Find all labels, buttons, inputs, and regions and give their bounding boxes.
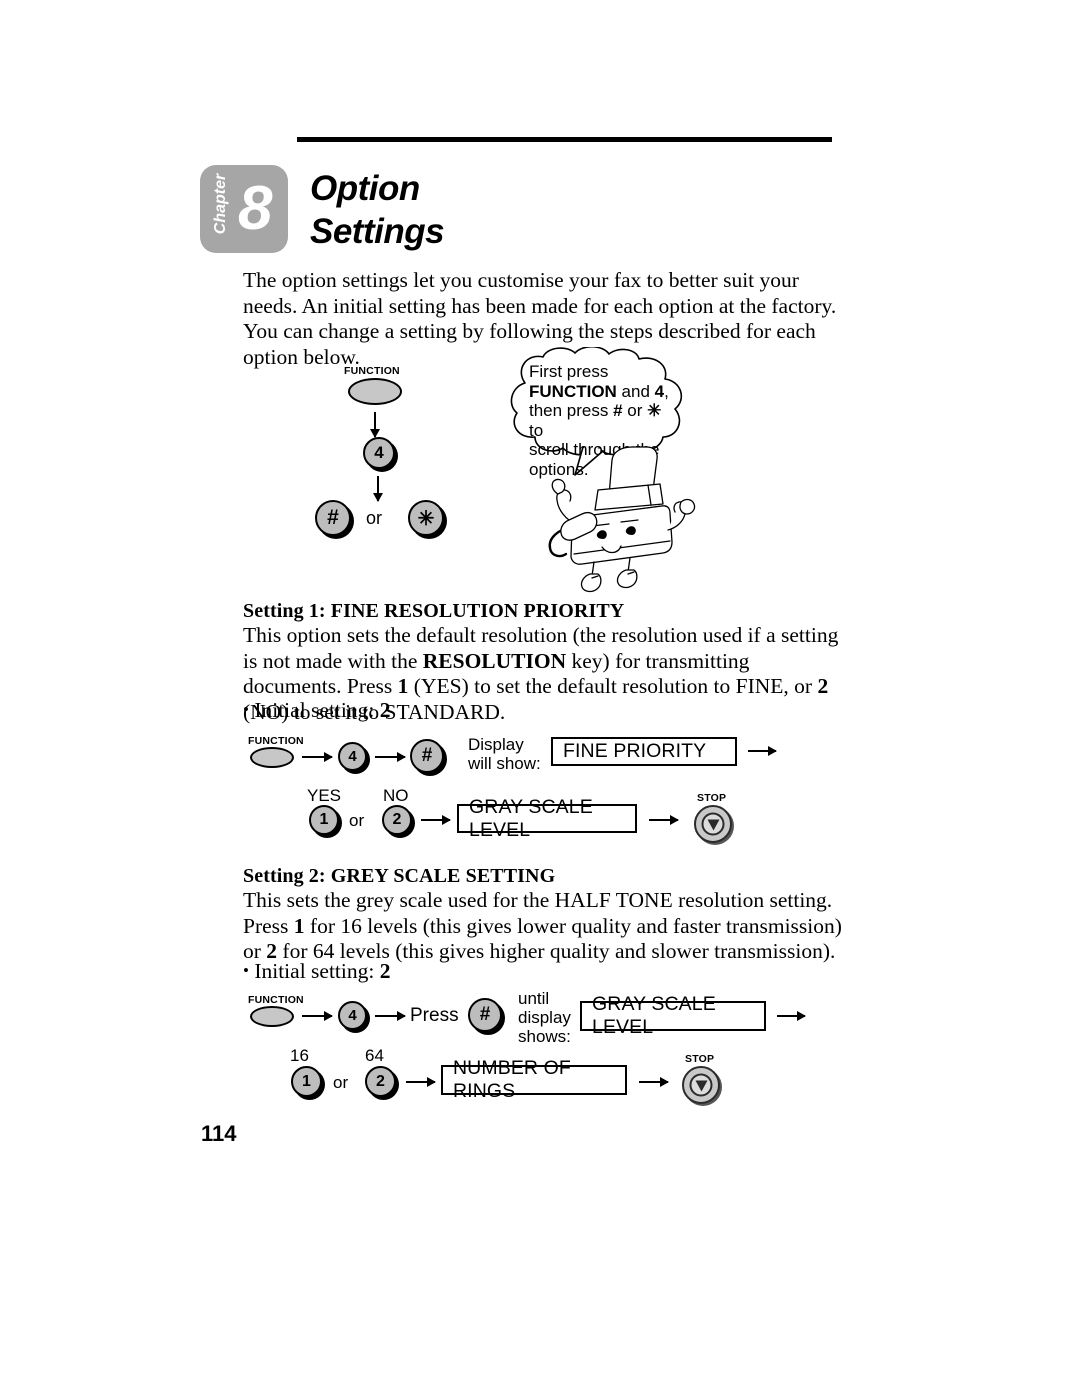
bubble-function-bold: FUNCTION	[529, 381, 617, 401]
setting2-initial-value: 2	[379, 959, 391, 983]
setting2-initial-setting: • Initial setting: 2	[243, 958, 390, 985]
bubble-line-2: FUNCTION and 4,	[529, 382, 679, 402]
key-1-s2[interactable]: 1	[291, 1066, 322, 1097]
arrow-down-2	[377, 476, 379, 501]
setting1-resolution-bold: RESOLUTION	[422, 648, 567, 673]
arrow-right-s1-3	[748, 750, 776, 752]
display-box-gray-scale-level-s2: GRAY SCALE LEVEL	[580, 993, 766, 1038]
arrow-right-s2-1	[302, 1015, 332, 1017]
setting1-initial-setting: • Initial setting: 2	[243, 697, 390, 724]
setting1-press-1-bold: 1	[397, 674, 409, 698]
function-key-label-s2: FUNCTION	[248, 994, 304, 1006]
key-hash-s2[interactable]: #	[468, 998, 502, 1032]
arrow-right-s1-5	[649, 819, 678, 821]
key-4-top[interactable]: 4	[363, 437, 395, 469]
arrow-right-s2-3	[777, 1015, 805, 1017]
bubble-or: or	[622, 401, 648, 420]
header-rule	[297, 137, 832, 142]
key-1-s1[interactable]: 1	[309, 805, 339, 835]
chapter-word-label: Chapter	[212, 173, 229, 235]
arrow-right-s1-4	[421, 819, 450, 821]
setting1-heading: Setting 1: FINE RESOLUTION PRIORITY	[243, 600, 624, 623]
bubble-comma: ,	[664, 381, 669, 401]
arrow-right-s1-2	[375, 756, 405, 758]
yes-label-s1: YES	[307, 786, 342, 805]
or-text-s2: or	[333, 1073, 349, 1092]
key-2-s1[interactable]: 2	[382, 805, 412, 835]
key-4-s1[interactable]: 4	[338, 742, 367, 771]
until-caption-s2-line2: display	[518, 1008, 571, 1027]
manual-page: Chapter 8 Option Settings The option set…	[0, 0, 1080, 1397]
setting2-initial-label: Initial setting:	[254, 959, 380, 983]
label-16-s2: 16	[290, 1046, 309, 1065]
display-box-number-of-rings: NUMBER OF RINGS	[441, 1057, 627, 1102]
or-text-s1: or	[349, 811, 365, 830]
bubble-4-bold: 4	[654, 381, 665, 401]
chapter-badge: Chapter 8	[200, 165, 288, 253]
until-caption-s2-line3: shows:	[518, 1027, 571, 1046]
bubble-line-3: then press # or ✳ to	[529, 401, 679, 440]
press-text-s2: Press	[410, 1005, 459, 1026]
bullet-icon-1: •	[243, 700, 249, 719]
page-title-line1: Option	[310, 169, 420, 208]
setting1-heading-number: Setting 1:	[243, 600, 326, 622]
setting1-heading-title: FINE RESOLUTION PRIORITY	[325, 600, 625, 622]
function-key-s2[interactable]	[250, 1006, 294, 1027]
page-title: Option Settings	[310, 167, 445, 253]
bullet-icon-2: •	[243, 961, 249, 980]
setting2-heading-number: Setting 2:	[243, 865, 326, 887]
setting2-heading: Setting 2: GREY SCALE SETTING	[243, 865, 555, 888]
label-64-s2: 64	[365, 1046, 384, 1065]
arrow-down-1	[374, 412, 376, 437]
setting1-initial-label: Initial setting:	[254, 698, 380, 722]
until-caption-s2: until display shows:	[518, 989, 571, 1046]
page-number: 114	[201, 1121, 237, 1146]
function-key-top[interactable]	[348, 378, 402, 405]
stop-icon-s2	[689, 1073, 713, 1097]
function-key-s1[interactable]	[250, 747, 294, 768]
bubble-then-press: then press	[529, 401, 614, 420]
setting1-press-2-bold: 2	[817, 674, 829, 698]
stop-key-label-s2: STOP	[685, 1053, 715, 1065]
key-4-s2[interactable]: 4	[338, 1001, 367, 1030]
key-2-s2[interactable]: 2	[365, 1066, 396, 1097]
display-caption-s1-line1: Display	[468, 735, 524, 754]
bubble-line-1: First press	[529, 362, 609, 381]
arrow-right-s2-4	[406, 1081, 435, 1083]
stop-key-label-s1: STOP	[697, 792, 727, 804]
chapter-number-label: 8	[238, 174, 273, 243]
function-key-label-top: FUNCTION	[344, 365, 400, 377]
page-title-line2: Settings	[310, 212, 445, 251]
key-hash-top[interactable]: #	[315, 500, 351, 536]
fax-machine-illustration	[520, 438, 720, 593]
setting2-press-1-bold: 1	[293, 913, 305, 938]
arrow-right-s2-2	[375, 1015, 405, 1017]
function-key-label-s1: FUNCTION	[248, 735, 304, 747]
stop-key-s1[interactable]	[694, 805, 732, 843]
stop-triangle-icon-s2	[695, 1079, 707, 1091]
setting2-body: This sets the grey scale used for the HA…	[243, 888, 843, 965]
until-caption-s2-line1: until	[518, 989, 550, 1008]
bubble-and-text: and	[616, 381, 655, 401]
key-star-top[interactable]: ✳	[408, 500, 444, 536]
or-text-top: or	[366, 508, 383, 528]
stop-triangle-icon-s1	[707, 818, 719, 830]
display-caption-s1: Display will show:	[468, 735, 541, 773]
key-hash-s1[interactable]: #	[410, 739, 444, 773]
bubble-star-bold: ✳	[647, 401, 662, 420]
display-box-gray-scale-level-s1: GRAY SCALE LEVEL	[457, 796, 637, 841]
arrow-right-s2-5	[639, 1081, 668, 1083]
bubble-hash-bold: #	[613, 401, 623, 420]
setting1-body-3: (YES) to set the default resolution to F…	[408, 674, 818, 698]
stop-icon-s1	[701, 812, 725, 836]
fax-machine-drawing	[548, 446, 696, 593]
setting1-initial-value: 2	[379, 698, 391, 722]
bubble-to: to	[529, 420, 544, 440]
stop-key-s2[interactable]	[682, 1066, 720, 1104]
no-label-s1: NO	[383, 786, 409, 805]
arrow-right-s1-1	[302, 756, 332, 758]
setting2-heading-title: GREY SCALE SETTING	[325, 865, 556, 887]
display-caption-s1-line2: will show:	[468, 754, 541, 773]
display-box-fine-priority: FINE PRIORITY	[551, 737, 737, 766]
